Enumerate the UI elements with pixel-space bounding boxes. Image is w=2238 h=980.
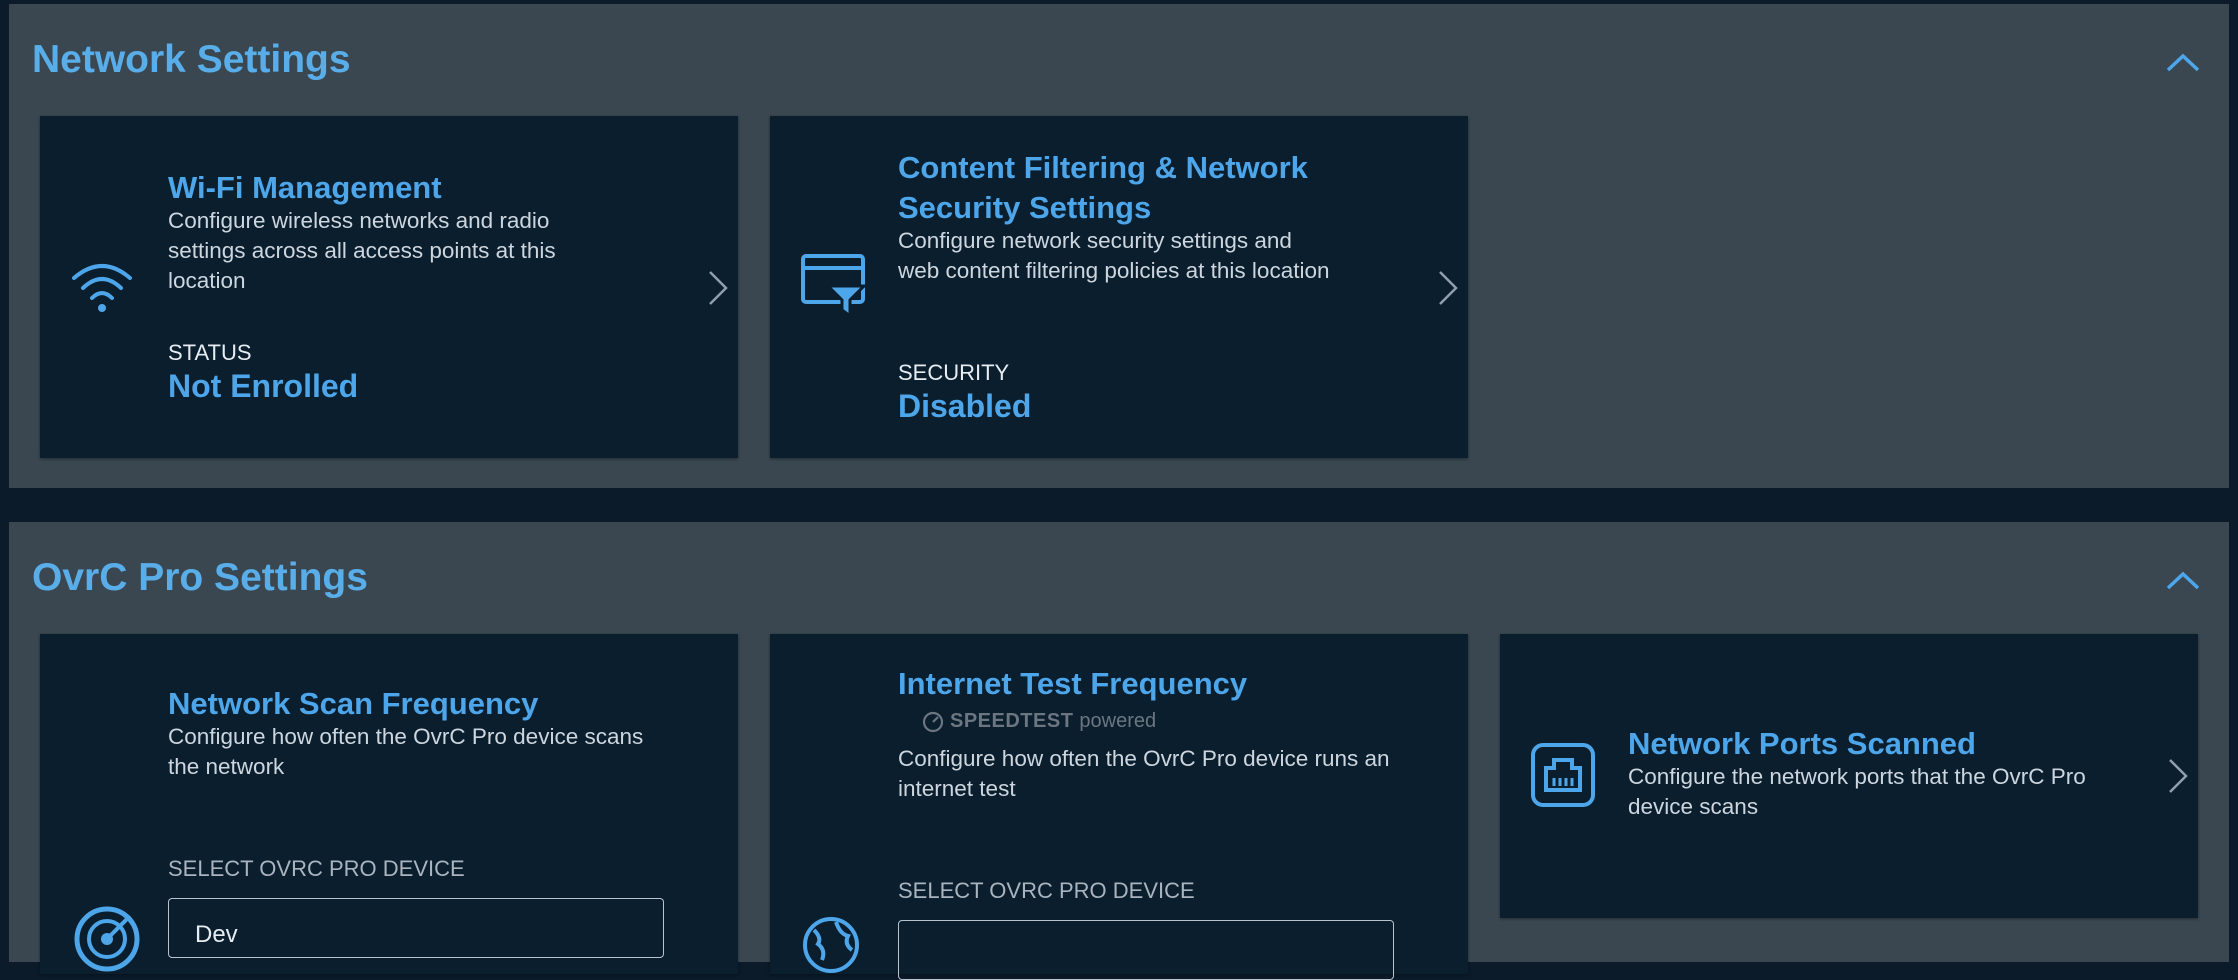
ovrc-pro-settings-panel: OvrC Pro Settings Network Scan Frequency…	[9, 522, 2229, 980]
chevron-up-icon	[2166, 53, 2200, 72]
internet-test-frequency-description: Configure how often the OvrC Pro device …	[898, 746, 1390, 801]
chevron-right-icon	[1439, 271, 1458, 305]
collapse-ovrc-pro-settings-button[interactable]	[2161, 558, 2205, 602]
content-filtering-card[interactable]: Content Filtering & Network Security Set…	[770, 116, 1468, 458]
chevron-right-icon	[709, 271, 728, 305]
content-filter-icon	[801, 254, 868, 319]
chevron-right-icon	[2169, 759, 2188, 793]
collapse-network-settings-button[interactable]	[2161, 40, 2205, 84]
scan-device-select[interactable]: Dev	[168, 898, 664, 958]
select-device-label: SELECT OVRC PRO DEVICE	[898, 878, 1195, 903]
wifi-icon	[72, 264, 132, 312]
wifi-management-description: Configure wireless networks and radio se…	[168, 208, 556, 293]
network-scan-frequency-card: Network Scan Frequency Configure how oft…	[40, 634, 738, 974]
network-settings-title: Network Settings	[32, 38, 351, 81]
ovrc-pro-settings-title: OvrC Pro Settings	[32, 556, 368, 599]
network-ports-scanned-card[interactable]: Network Ports Scanned Configure the netw…	[1500, 634, 2198, 918]
wifi-status-value: Not Enrolled	[168, 368, 359, 404]
network-scan-frequency-title: Network Scan Frequency	[168, 686, 539, 721]
content-filtering-description: Configure network security settings and …	[898, 228, 1330, 283]
network-settings-panel: Network Settings Wi-Fi Management Config…	[9, 4, 2229, 488]
speedtest-suffix: powered	[1079, 710, 1157, 732]
internet-test-device-select[interactable]	[898, 920, 1394, 980]
wifi-management-title: Wi-Fi Management	[168, 170, 442, 205]
globe-icon	[803, 917, 859, 973]
ethernet-port-icon	[1531, 743, 1595, 807]
status-label: STATUS	[168, 340, 252, 365]
speedtest-brand: SPEEDTEST	[950, 710, 1074, 732]
wifi-management-card[interactable]: Wi-Fi Management Configure wireless netw…	[40, 116, 738, 458]
network-ports-scanned-description: Configure the network ports that the Ovr…	[1628, 764, 2086, 819]
security-status-value: Disabled	[898, 388, 1032, 424]
select-device-label: SELECT OVRC PRO DEVICE	[168, 856, 465, 881]
internet-test-frequency-title: Internet Test Frequency	[898, 666, 1248, 701]
speedtest-powered-badge: SPEEDTEST powered	[922, 710, 1156, 733]
network-ports-scanned-title: Network Ports Scanned	[1628, 726, 1976, 761]
scan-device-select-value: Dev	[195, 921, 238, 948]
radar-icon	[74, 906, 140, 972]
network-scan-frequency-description: Configure how often the OvrC Pro device …	[168, 724, 644, 779]
internet-test-frequency-card: Internet Test Frequency SPEEDTEST powere…	[770, 634, 1468, 980]
security-label: SECURITY	[898, 360, 1010, 385]
chevron-up-icon	[2166, 571, 2200, 590]
speedtest-gauge-icon	[922, 711, 944, 732]
content-filtering-title: Content Filtering & Network Security Set…	[898, 150, 1308, 225]
